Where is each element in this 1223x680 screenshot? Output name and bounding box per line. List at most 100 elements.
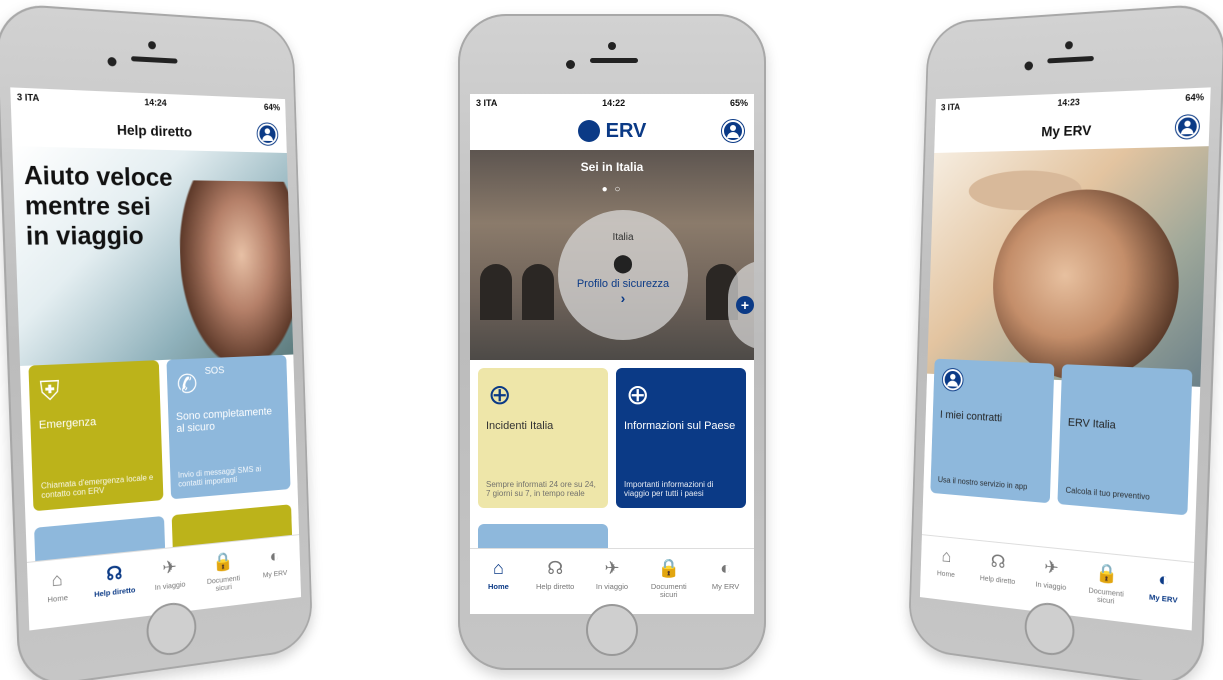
sos-badge: SOS xyxy=(204,365,225,377)
tile-title: Sono completamente al sicuro xyxy=(175,405,273,436)
phone-right: 3 ITA 14:23 64% My ERV I miei contratti … xyxy=(907,2,1223,680)
country-name: Italia xyxy=(612,232,634,243)
screen-home: 3 ITA 14:22 65% ERV Sei in Italia ● ○ It… xyxy=(470,94,754,614)
plane-icon: ✈ xyxy=(1043,556,1059,579)
arch xyxy=(480,264,512,320)
tile-erv-italia[interactable]: ERV Italia Calcola il tuo preventivo xyxy=(1057,364,1193,516)
tile-subtitle: Invio di messaggi SMS ai contatti import… xyxy=(177,464,262,489)
erv-icon: ◐ xyxy=(720,558,732,578)
tab-label: Documenti sicuri xyxy=(1088,585,1125,606)
tab-my-erv[interactable]: ◐ My ERV xyxy=(1135,565,1192,630)
tile-incidenti[interactable]: ⊕ Incidenti Italia Sempre informati 24 o… xyxy=(478,368,608,508)
tab-home[interactable]: ⌂ Home xyxy=(921,543,971,603)
tab-help-diretto[interactable]: ☊ Help diretto xyxy=(87,559,142,623)
tab-home[interactable]: ⌂ Home xyxy=(471,557,525,614)
tile-grid: I miei contratti Usa il nostro servizio … xyxy=(923,358,1201,516)
carrier-label: 3 ITA xyxy=(940,101,961,113)
lock-icon: 🔒 xyxy=(1095,562,1119,585)
tab-label: Help diretto xyxy=(94,585,136,599)
chevron-right-icon: › xyxy=(620,290,626,306)
tab-help-diretto[interactable]: ☊ Help diretto xyxy=(528,557,582,614)
tab-documenti[interactable]: 🔒 Documenti sicuri xyxy=(197,548,249,609)
profile-icon[interactable] xyxy=(257,123,278,146)
proximity-sensor xyxy=(566,60,575,69)
battery-label: 64% xyxy=(1185,91,1205,104)
clock: 14:22 xyxy=(602,98,626,108)
globe-info-icon: ⊕ xyxy=(626,379,650,410)
tab-label: In viaggio xyxy=(1035,579,1067,592)
globe-alert-icon: ⊕ xyxy=(488,379,512,410)
tile-contratti[interactable]: I miei contratti Usa il nostro servizio … xyxy=(930,358,1055,504)
tab-label: My ERV xyxy=(711,582,740,591)
battery-label: 65% xyxy=(729,98,748,108)
erv-logo-icon xyxy=(577,120,600,142)
front-camera xyxy=(148,40,157,50)
phone-middle: 3 ITA 14:22 65% ERV Sei in Italia ● ○ It… xyxy=(458,14,766,670)
tab-label: Home xyxy=(47,592,69,605)
tile-title: I miei contratti xyxy=(939,408,1003,425)
battery-label: 64% xyxy=(263,102,281,113)
tab-my-erv[interactable]: ◐ My ERV xyxy=(699,557,753,614)
tab-label: Home xyxy=(936,568,955,580)
app-showcase: 3 ITA 14:24 64% Help diretto Aiuto veloc… xyxy=(0,0,1223,680)
tab-help-diretto[interactable]: ☊ Help diretto xyxy=(972,548,1024,609)
woman-photo xyxy=(177,180,294,370)
tile-informazioni[interactable]: ⊕ Informazioni sul Paese Importanti info… xyxy=(616,368,746,508)
home-icon: ⌂ xyxy=(492,558,504,578)
plane-icon: ✈ xyxy=(604,558,620,578)
headset-icon: ☊ xyxy=(547,558,564,578)
home-icon: ⌂ xyxy=(51,568,63,591)
earpiece xyxy=(590,58,638,63)
tile-title: Emergenza xyxy=(38,415,97,432)
country-bubble[interactable]: Italia ⬤ Profilo di sicurezza › xyxy=(558,210,688,340)
tile-title: ERV Italia xyxy=(1067,416,1116,432)
tab-documenti[interactable]: 🔒 Documenti sicuri xyxy=(1079,559,1134,623)
clock: 14:24 xyxy=(144,97,167,109)
logo-text: ERV xyxy=(605,119,647,142)
security-profile-link[interactable]: Profilo di sicurezza xyxy=(558,278,688,290)
tab-label: Documenti sicuri xyxy=(206,573,241,594)
erv-icon: ◐ xyxy=(269,545,280,567)
lock-icon: 🔒 xyxy=(657,558,680,578)
carrier-label: 3 ITA xyxy=(16,91,40,104)
hero-couple xyxy=(927,146,1209,387)
location-caption: Sei in Italia xyxy=(580,160,644,174)
front-camera xyxy=(1064,40,1073,50)
earpiece xyxy=(131,56,178,64)
tab-documenti[interactable]: 🔒 Documenti sicuri xyxy=(642,557,696,614)
location-pin-icon: ⬤ xyxy=(612,253,634,273)
lock-icon: 🔒 xyxy=(212,550,234,573)
erv-logo: ERV xyxy=(577,119,647,143)
carrier-label: 3 ITA xyxy=(476,98,498,108)
home-button[interactable] xyxy=(586,604,638,656)
tab-home[interactable]: ⌂ Home xyxy=(29,565,86,630)
tile-grid: ⊕ Incidenti Italia Sempre informati 24 o… xyxy=(470,360,754,570)
tile-subtitle: Usa il nostro servizio in app xyxy=(937,475,1028,492)
tile-title: Informazioni sul Paese xyxy=(624,420,736,432)
hero-banner: Aiuto veloce mentre sei in viaggio xyxy=(12,146,294,370)
nav-bar: ERV xyxy=(470,112,754,150)
clock: 14:23 xyxy=(1057,96,1080,108)
screen-help-diretto: 3 ITA 14:24 64% Help diretto Aiuto veloc… xyxy=(10,87,302,631)
couple-photo xyxy=(990,188,1183,386)
proximity-sensor xyxy=(107,56,117,67)
plane-icon: ✈ xyxy=(161,556,178,579)
plus-icon: + xyxy=(736,296,754,314)
tile-emergenza[interactable]: ⛨ Emergenza Chiamata d'emergenza locale … xyxy=(28,360,164,512)
tab-label: Help diretto xyxy=(536,582,575,591)
profile-icon[interactable] xyxy=(1175,115,1200,139)
arch xyxy=(522,264,554,320)
home-icon: ⌂ xyxy=(941,545,952,567)
page-title: Help diretto xyxy=(116,121,193,140)
page-title: My ERV xyxy=(1040,121,1092,140)
profile-icon[interactable] xyxy=(722,120,744,142)
tab-label: My ERV xyxy=(262,568,288,580)
tile-sicuro[interactable]: ✆ SOS Sono completamente al sicuro Invio… xyxy=(166,354,291,500)
status-bar: 3 ITA 14:22 65% xyxy=(470,94,754,112)
sos-phone-icon: ✆ xyxy=(176,368,198,400)
tab-my-erv[interactable]: ◐ My ERV xyxy=(250,543,300,603)
proximity-sensor xyxy=(1024,61,1034,71)
phone-left: 3 ITA 14:24 64% Help diretto Aiuto veloc… xyxy=(0,2,314,680)
headset-icon: ☊ xyxy=(106,562,123,585)
tab-label: Help diretto xyxy=(979,573,1016,587)
